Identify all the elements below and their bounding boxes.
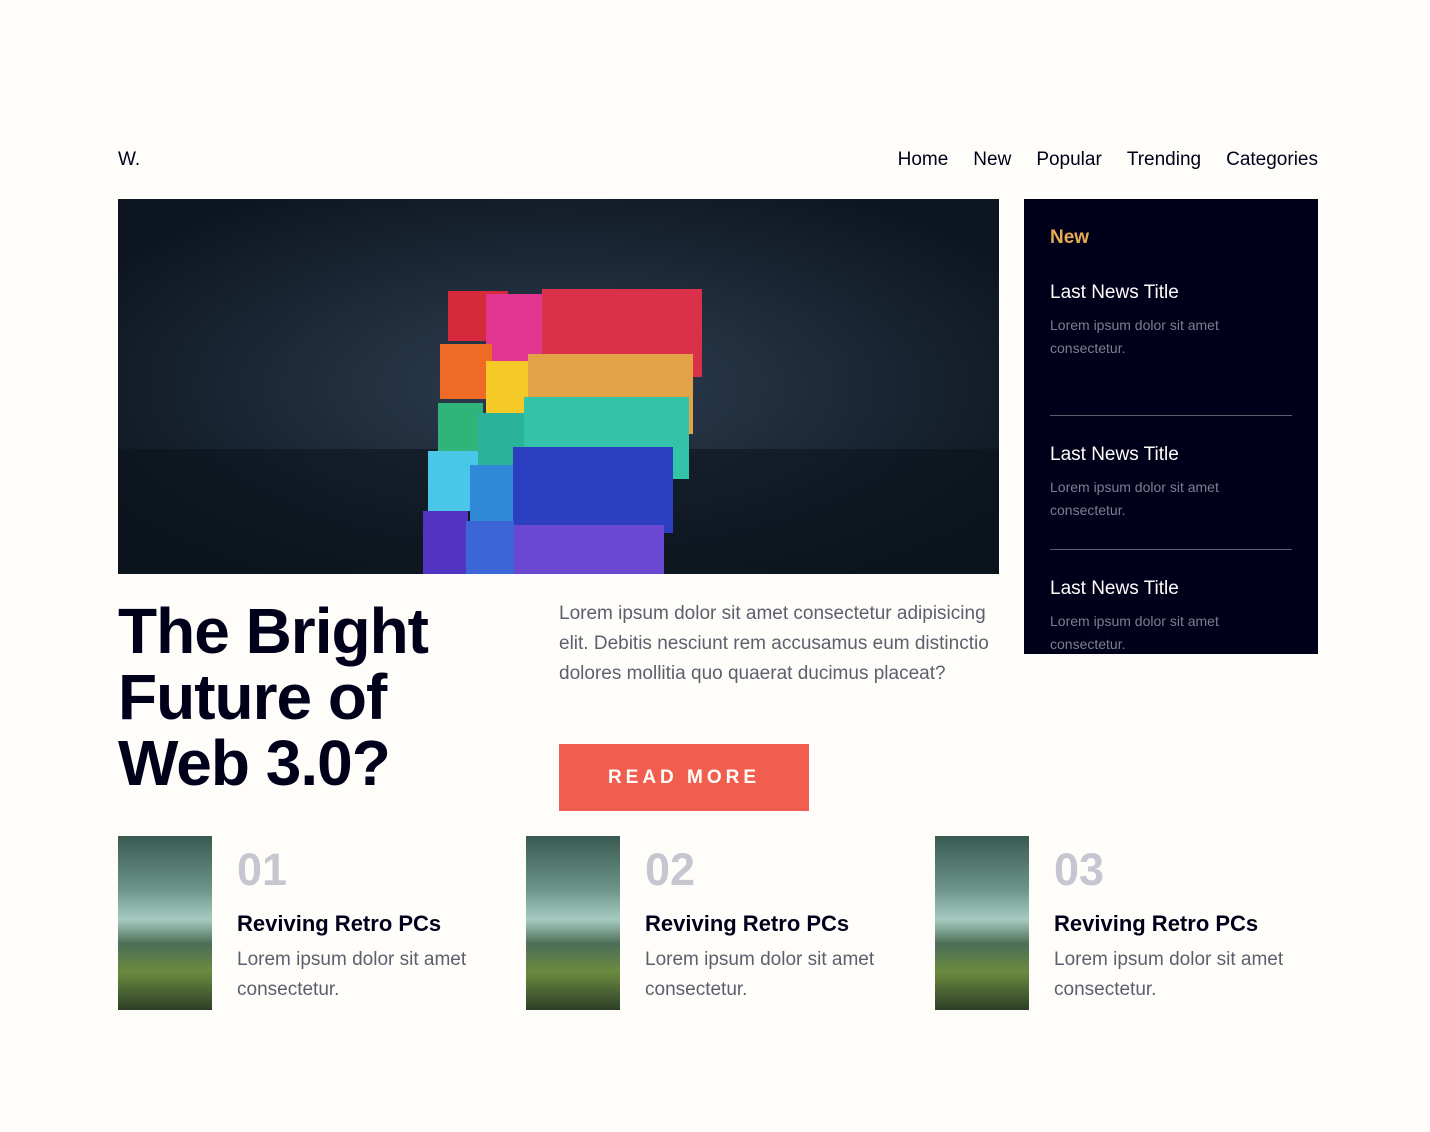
- news-item[interactable]: Last News Title Lorem ipsum dolor sit am…: [1050, 415, 1292, 549]
- card-title[interactable]: Reviving Retro PCs: [237, 911, 487, 937]
- card-number: 02: [645, 844, 696, 895]
- card-desc: Lorem ipsum dolor sit amet consectetur.: [1054, 949, 1284, 1000]
- news-title[interactable]: Last News Title: [1050, 578, 1292, 600]
- article-card[interactable]: 01 Reviving Retro PCs Lorem ipsum dolor …: [118, 836, 498, 1010]
- article-card[interactable]: 02 Reviving Retro PCs Lorem ipsum dolor …: [526, 836, 906, 1010]
- hero-title: The Bright Future of Web 3.0?: [118, 598, 518, 796]
- card-body: 03 Reviving Retro PCs Lorem ipsum dolor …: [1054, 836, 1304, 1010]
- card-number: 01: [237, 844, 288, 895]
- news-title[interactable]: Last News Title: [1050, 444, 1292, 466]
- card-number: 03: [1054, 844, 1105, 895]
- card-desc: Lorem ipsum dolor sit amet consectetur.: [645, 949, 875, 1000]
- nav-new[interactable]: New: [973, 149, 1011, 171]
- nav-categories[interactable]: Categories: [1226, 149, 1318, 171]
- news-title[interactable]: Last News Title: [1050, 282, 1292, 304]
- site-logo[interactable]: W.: [118, 149, 140, 171]
- pastel-chalk-illustration: [118, 199, 999, 574]
- card-body: 01 Reviving Retro PCs Lorem ipsum dolor …: [237, 836, 487, 1010]
- hero-description: Lorem ipsum dolor sit amet consectetur a…: [559, 603, 989, 684]
- card-title[interactable]: Reviving Retro PCs: [645, 911, 895, 937]
- news-desc: Lorem ipsum dolor sit amet consectetur.: [1050, 479, 1219, 518]
- nav-trending[interactable]: Trending: [1127, 149, 1201, 171]
- hero-title-line1: The Bright: [118, 595, 429, 667]
- article-card[interactable]: 03 Reviving Retro PCs Lorem ipsum dolor …: [935, 836, 1315, 1010]
- news-item[interactable]: Last News Title Lorem ipsum dolor sit am…: [1050, 549, 1292, 682]
- read-more-button[interactable]: READ MORE: [559, 744, 809, 811]
- hero-image: [118, 199, 999, 574]
- card-thumbnail[interactable]: [935, 836, 1029, 1010]
- hero-title-line3: Web 3.0?: [118, 727, 391, 799]
- card-body: 02 Reviving Retro PCs Lorem ipsum dolor …: [645, 836, 895, 1010]
- card-title[interactable]: Reviving Retro PCs: [1054, 911, 1304, 937]
- nav-home[interactable]: Home: [898, 149, 949, 171]
- card-thumbnail[interactable]: [118, 836, 212, 1010]
- nav-popular[interactable]: Popular: [1036, 149, 1102, 171]
- sidebar-heading: New: [1050, 227, 1090, 248]
- new-sidebar: New Last News Title Lorem ipsum dolor si…: [1024, 199, 1318, 654]
- card-thumbnail[interactable]: [526, 836, 620, 1010]
- news-desc: Lorem ipsum dolor sit amet consectetur.: [1050, 613, 1219, 652]
- site-header: W. Home New Popular Trending Categories: [118, 143, 1318, 177]
- main-nav: Home New Popular Trending Categories: [898, 149, 1318, 171]
- hero-title-line2: Future of: [118, 661, 387, 733]
- card-desc: Lorem ipsum dolor sit amet consectetur.: [237, 949, 467, 1000]
- news-desc: Lorem ipsum dolor sit amet consectetur.: [1050, 317, 1219, 356]
- news-item[interactable]: Last News Title Lorem ipsum dolor sit am…: [1050, 253, 1292, 415]
